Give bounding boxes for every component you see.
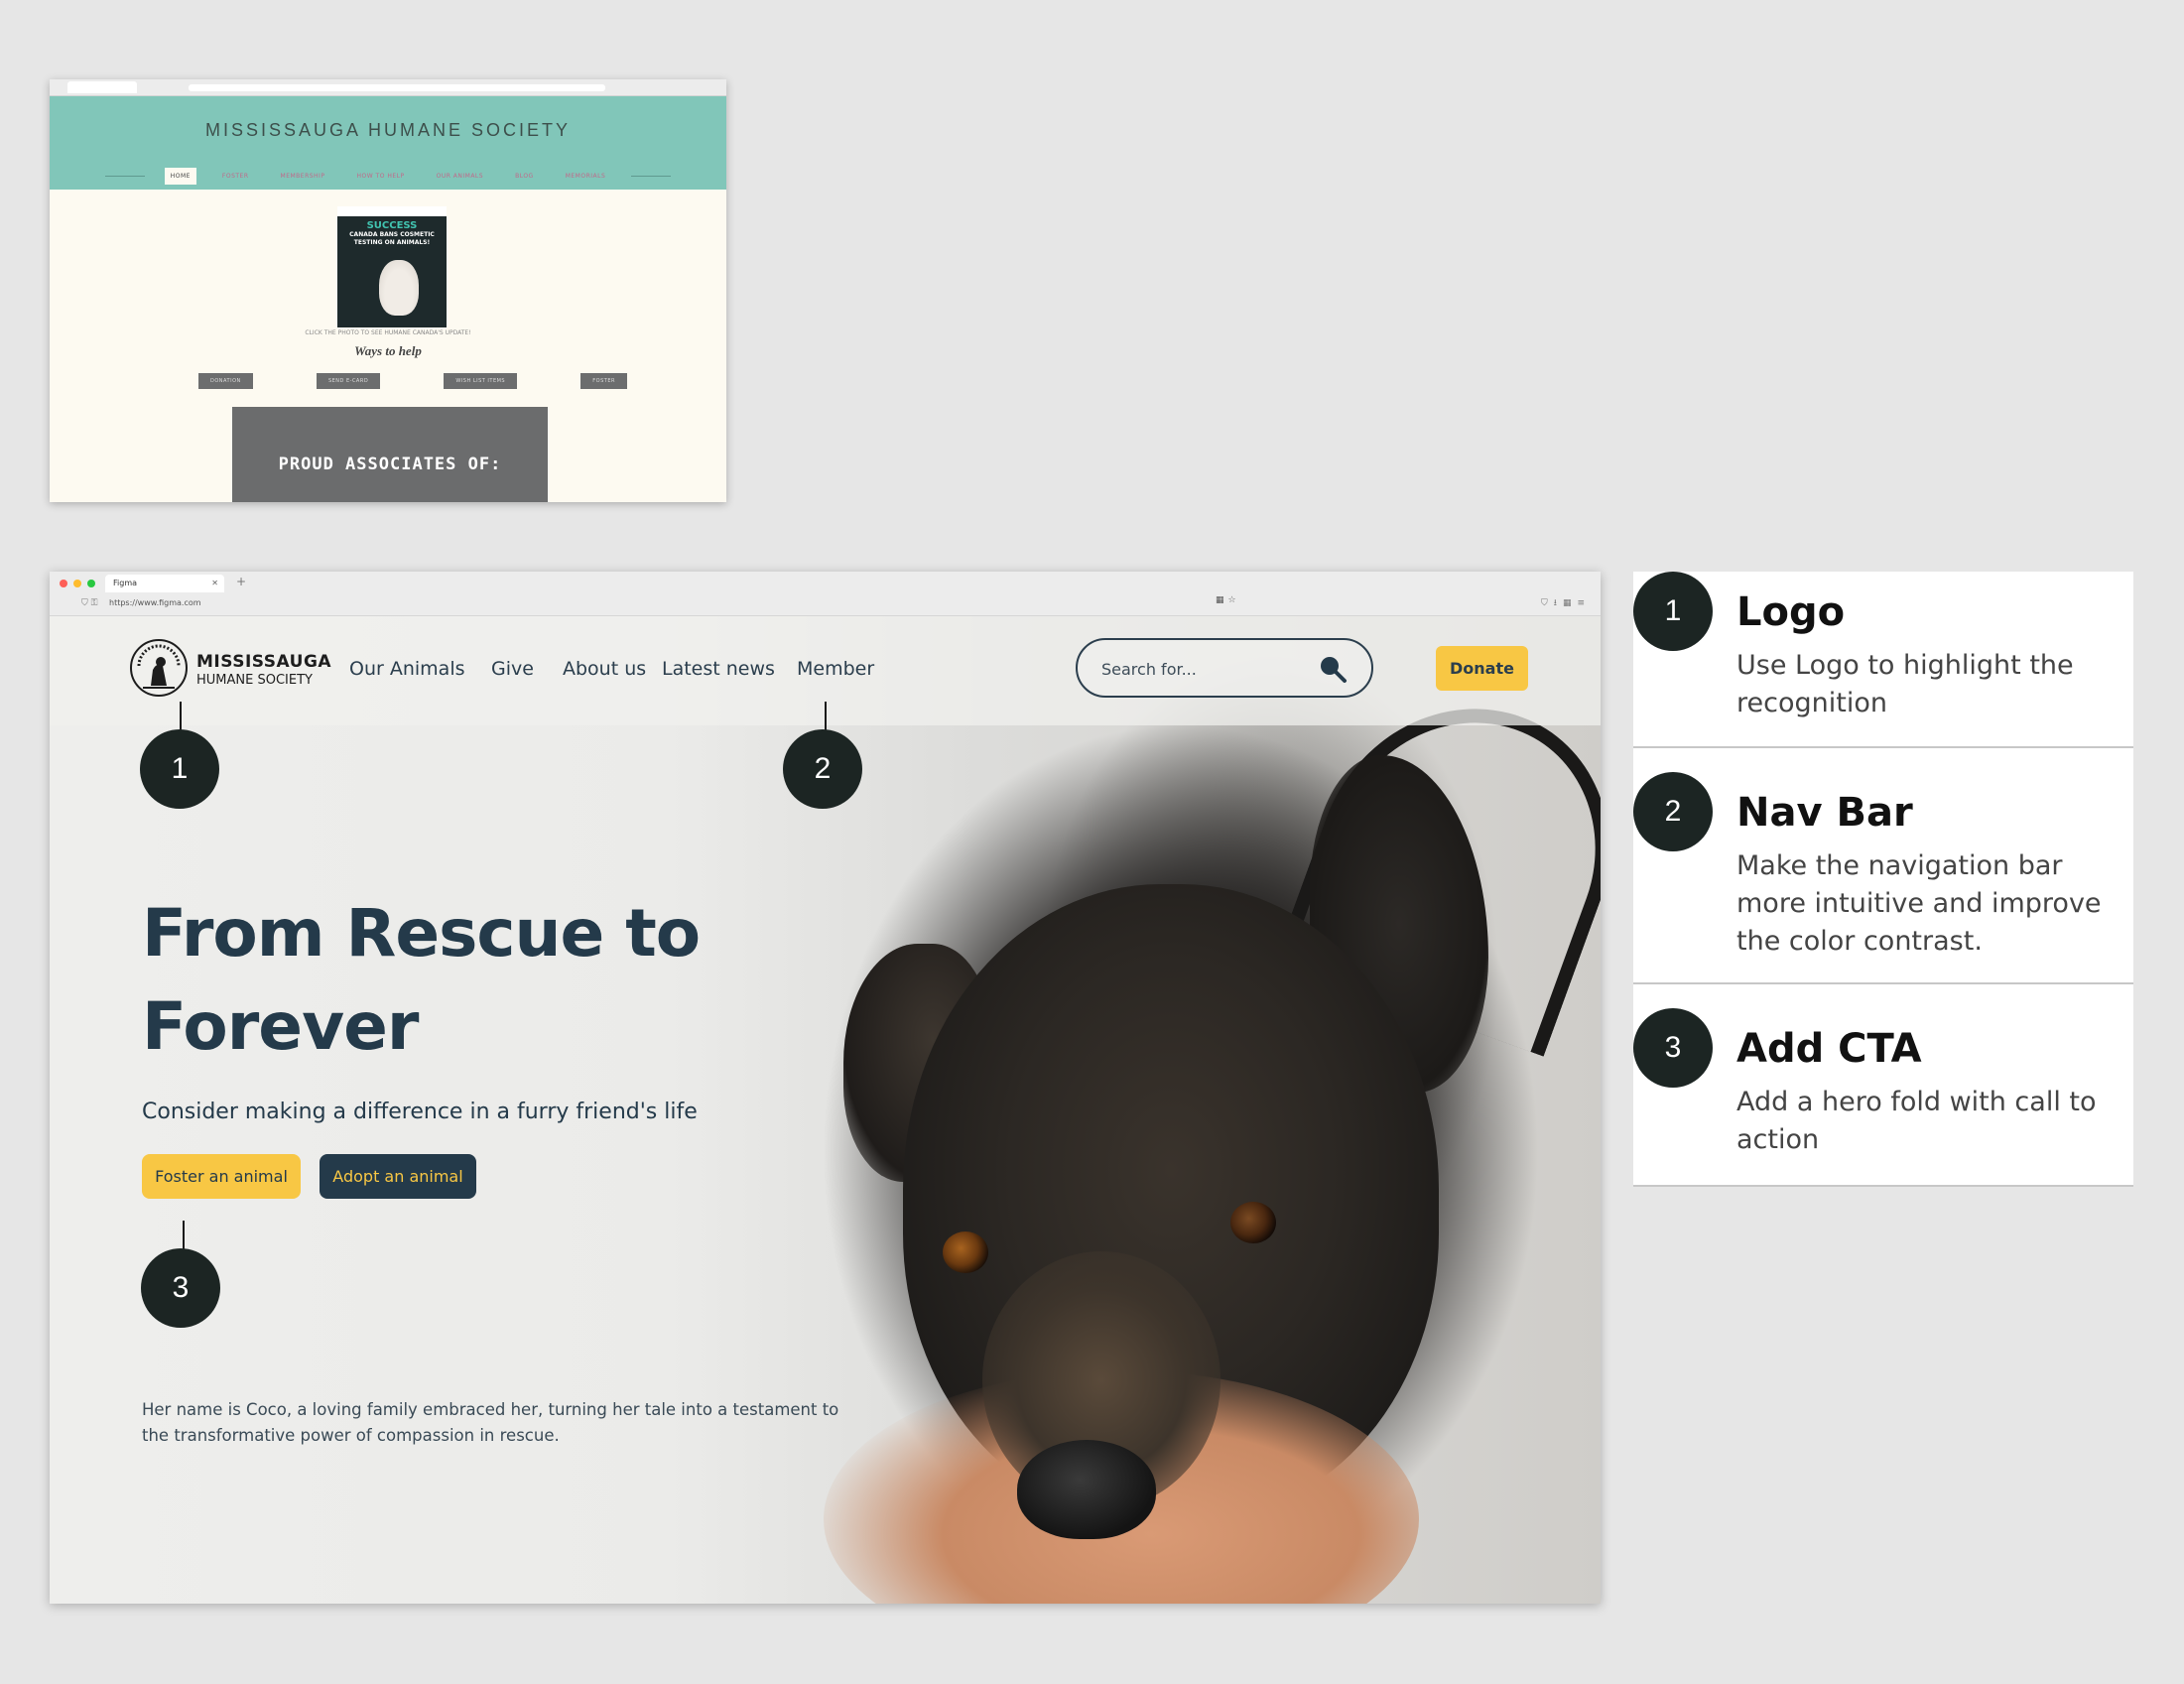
annotation-card-1-title: Logo: [1736, 589, 1846, 635]
old-promo-bar: [337, 206, 447, 216]
address-url: https://www.figma.com: [109, 598, 201, 607]
window-controls: [60, 580, 95, 587]
old-site-title: MISSISSAUGA HUMANE SOCIETY: [204, 120, 572, 140]
nav-our-animals[interactable]: Our Animals: [349, 658, 465, 680]
old-foster-button[interactable]: FOSTER: [580, 373, 627, 389]
dog-nose-shape: [1017, 1440, 1156, 1539]
old-nav-our-animals[interactable]: OUR ANIMALS: [431, 168, 490, 185]
old-nav-memorials[interactable]: MEMORIALS: [560, 168, 612, 185]
old-browser-chrome: [50, 79, 726, 96]
old-ecard-button[interactable]: SEND E-CARD: [316, 373, 381, 389]
old-nav: HOME FOSTER MEMBERSHIP HOW TO HELP OUR A…: [50, 168, 726, 185]
annotation-card-add-cta: 3 Add CTA Add a hero fold with call to a…: [1633, 984, 2133, 1187]
old-nav-home[interactable]: HOME: [164, 168, 196, 185]
browser-tab[interactable]: Figma ✕: [105, 575, 224, 592]
annotation-card-nav-bar: 2 Nav Bar Make the navigation bar more i…: [1633, 748, 2133, 984]
minimize-window-icon[interactable]: [73, 580, 81, 587]
close-tab-icon[interactable]: ✕: [211, 575, 218, 592]
nav-give[interactable]: Give: [491, 658, 534, 680]
old-help-buttons: DONATION SEND E-CARD WISH LIST ITEMS FOS…: [198, 373, 627, 389]
old-donation-button[interactable]: DONATION: [198, 373, 253, 389]
old-nav-how-to-help[interactable]: HOW TO HELP: [350, 168, 410, 185]
old-ways-title: Ways to help: [354, 343, 422, 358]
dog-eye-left: [943, 1231, 988, 1273]
annotation-card-3-title: Add CTA: [1736, 1026, 1922, 1072]
search-icon[interactable]: [1318, 654, 1348, 684]
search-box[interactable]: [1076, 638, 1373, 698]
old-nav-rule-right: [631, 176, 672, 177]
annotation-pin-3: 3: [141, 1248, 220, 1328]
extensions-icons[interactable]: ▦☆: [1216, 595, 1240, 605]
annotation-card-2-number: 2: [1633, 772, 1713, 851]
pin-3-leader-line: [183, 1221, 185, 1250]
old-promo-text: CANADA BANS COSMETIC TESTING ON ANIMALS!: [349, 231, 435, 246]
search-input[interactable]: [1099, 656, 1302, 682]
annotation-card-2-description: Make the navigation bar more intuitive a…: [1736, 850, 2102, 957]
old-browser-tab[interactable]: [67, 81, 137, 93]
annotation-card-3-number: 3: [1633, 1008, 1713, 1088]
browser-chrome: Figma ✕ + ⛉ ⚿ https://www.figma.com ▦☆ ⛉…: [50, 572, 1601, 616]
maximize-window-icon[interactable]: [87, 580, 95, 587]
close-window-icon[interactable]: [60, 580, 67, 587]
annotation-pin-2: 2: [783, 729, 862, 809]
hero-subheadline: Consider making a difference in a furry …: [142, 1100, 698, 1124]
old-associates-label: PROUD ASSOCIATES OF:: [278, 454, 502, 474]
logo-text-secondary: HUMANE SOCIETY: [196, 673, 313, 688]
old-promo-caption: CLICK THE PHOTO TO SEE HUMANE CANADA'S U…: [305, 329, 471, 336]
old-nav-foster[interactable]: FOSTER: [216, 168, 255, 185]
old-promo-image[interactable]: SUCCESS CANADA BANS COSMETIC TESTING ON …: [337, 206, 447, 327]
adopt-animal-button[interactable]: Adopt an animal: [320, 1154, 476, 1199]
shield-lock-icon: ⛉ ⚿: [81, 598, 98, 608]
hero-story-text: Her name is Coco, a loving family embrac…: [142, 1400, 839, 1445]
logo-text-primary: MISSISSAUGA: [196, 652, 332, 672]
old-nav-membership[interactable]: MEMBERSHIP: [275, 168, 331, 185]
annotation-pin-1: 1: [140, 729, 219, 809]
old-nav-blog[interactable]: BLOG: [509, 168, 540, 185]
rabbit-image: [379, 260, 419, 316]
address-bar[interactable]: ⛉ ⚿ https://www.figma.com: [60, 595, 1591, 611]
annotation-card-3-description: Add a hero fold with call to action: [1736, 1087, 2097, 1155]
browser-tab-title: Figma: [113, 579, 138, 587]
annotation-card-1-description: Use Logo to highlight the recognition: [1736, 650, 2074, 718]
annotation-card-logo: 1 Logo Use Logo to highlight the recogni…: [1633, 572, 2133, 748]
old-wishlist-button[interactable]: WISH LIST ITEMS: [444, 373, 518, 389]
foster-animal-button[interactable]: Foster an animal: [142, 1154, 301, 1199]
old-site-screenshot: MISSISSAUGA HUMANE SOCIETY HOME FOSTER M…: [50, 79, 726, 502]
old-header: MISSISSAUGA HUMANE SOCIETY HOME FOSTER M…: [50, 96, 726, 190]
old-promo-headline: SUCCESS: [366, 220, 418, 231]
pin-1-leader-line: [180, 702, 182, 731]
nav-member[interactable]: Member: [797, 658, 874, 680]
old-address-bar[interactable]: [189, 84, 605, 91]
new-tab-icon[interactable]: +: [236, 575, 246, 588]
pin-2-leader-line: [825, 702, 827, 731]
annotation-card-2-title: Nav Bar: [1736, 790, 1913, 836]
humane-society-logo-icon[interactable]: [127, 636, 191, 700]
nav-about-us[interactable]: About us: [563, 658, 646, 680]
old-nav-rule-left: [104, 176, 145, 177]
hero-headline: From Rescue to Forever: [142, 895, 701, 1065]
nav-latest-news[interactable]: Latest news: [662, 658, 775, 680]
donate-button[interactable]: Donate: [1436, 646, 1528, 691]
toolbar-icons[interactable]: ⛉⭳▦≡: [1541, 595, 1591, 611]
old-associates-block: PROUD ASSOCIATES OF:: [232, 407, 548, 502]
annotation-card-1-number: 1: [1633, 572, 1713, 651]
dog-eye-right: [1230, 1202, 1276, 1243]
